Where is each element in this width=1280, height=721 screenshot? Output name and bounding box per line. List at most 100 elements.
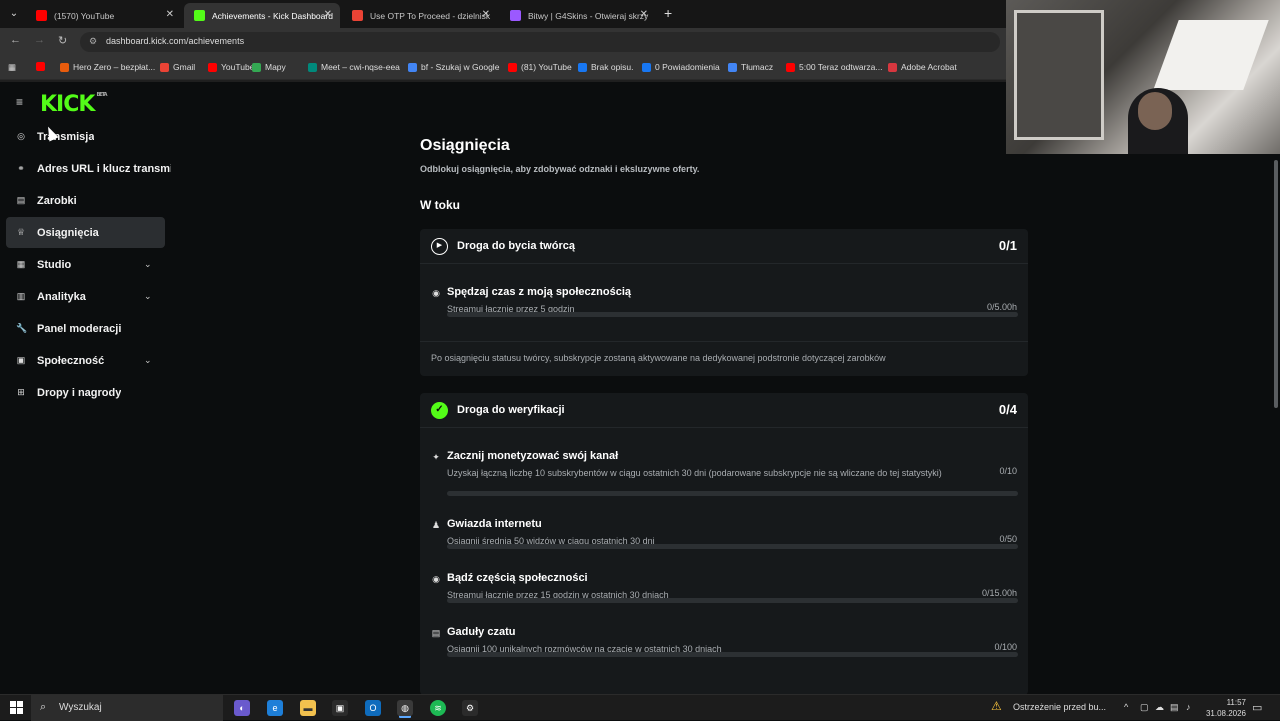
analytics-icon: ▥ [16,291,26,301]
sidebar-item-wrench[interactable]: 🔧 Panel moderacji [6,313,165,344]
sidebar: ≡ KICK BETA ◎ Transmisja ⚭ Adres URL i klucz… [0,82,172,694]
tab-title: Bitwy | G4Skins - Otwieraj skrzy [528,10,649,21]
tab-kick-achievements[interactable]: Achievements - Kick Dashboard ✕ [184,3,340,28]
task-progress-bar [447,544,1018,549]
webcam-shelf [1014,10,1104,140]
bookmark-favicon-icon [60,62,69,72]
sidebar-item-link[interactable]: ⚭ Adres URL i klucz transmisji [6,153,171,184]
bookmark-favicon-icon [578,62,587,72]
bookmark-label: (81) YouTube [521,62,572,72]
clock-time: 11:57 [1226,698,1246,707]
bookmark-item[interactable]: 5:00 Teraz odtwarza... [786,62,882,72]
close-tab-icon[interactable]: ✕ [640,9,648,20]
bookmark-item[interactable]: (81) YouTube [508,62,572,72]
sidebar-item-studio[interactable]: ▦ Studio ⌄ [6,249,165,280]
url-field[interactable]: ⚙ dashboard.kick.com/achievements [80,32,1000,52]
close-tab-icon[interactable]: ✕ [166,9,174,20]
tab-youtube[interactable]: (1570) YouTube ✕ [26,3,182,28]
chrome-icon[interactable]: ◍ [397,700,413,716]
task-progress-value: 0/15.00h [981,588,1017,598]
forward-icon[interactable]: → [34,34,45,46]
task-progress-bar [447,491,1018,496]
weather-warning-text[interactable]: Ostrzeżenie przed bu... [1013,702,1106,712]
bookmark-item[interactable]: Adobe Acrobat [888,62,957,72]
notifications-icon[interactable]: ▭ [1252,701,1262,714]
bookmark-item[interactable]: Meet – cwi-nqse-eea [308,62,400,72]
reload-icon[interactable]: ↻ [58,34,67,47]
bookmark-item[interactable]: YouTube [208,62,254,72]
taskbar-search[interactable]: ⌕ Wyszukaj [31,695,223,721]
tray-chevron-icon[interactable]: ^ [1124,702,1128,712]
url-text: dashboard.kick.com/achievements [106,36,245,46]
studio-icon: ▦ [16,259,26,269]
apps-grid-icon[interactable]: ▦ [8,62,16,73]
wrench-icon: 🔧 [16,323,28,333]
sidebar-item-analytics[interactable]: ▥ Analityka ⌄ [6,281,165,312]
chevron-down-icon[interactable]: ⌄ [144,355,152,366]
windows-start-icon[interactable] [10,701,23,714]
achievement-task: ▤ Gaduły czatu Osiągnij 100 unikalnych roz… [420,625,1028,675]
webcam-head [1138,92,1172,130]
edge-icon[interactable]: e [267,700,283,716]
new-tab-icon[interactable]: + [664,5,672,21]
bookmark-item[interactable]: Brak opisu. [578,62,634,72]
section-title-in-progress: W toku [420,198,460,212]
search-placeholder: Wyszukaj [59,702,102,713]
steam-icon[interactable]: ⚙ [462,700,478,716]
card-header[interactable]: ▶ Droga do bycia twórcą 0/1 [420,229,1028,264]
file-explorer-icon[interactable]: ▬ [300,700,316,716]
bookmark-item[interactable]: Mapy [252,62,286,72]
bookmark-item[interactable]: Gmail [160,62,195,72]
site-info-icon[interactable]: ⚙ [89,36,97,47]
sidebar-item-label: Osiągnięcia [37,226,99,239]
kick-logo[interactable]: KICK BETA [40,92,108,117]
sidebar-item-community[interactable]: ▣ Społeczność ⌄ [6,345,165,376]
bookmark-item[interactable]: Tłumacz [728,62,773,72]
task-title: Gwiazda internetu [447,518,542,530]
chevron-down-icon[interactable]: ⌄ [144,291,152,302]
onedrive-icon[interactable]: ☁ [1155,702,1164,713]
sidebar-item-trophy[interactable]: ♕ Osiągnięcia [6,217,165,248]
community-icon: ▣ [16,355,26,365]
close-tab-icon[interactable]: ✕ [324,9,332,20]
clock[interactable]: 11:57 31.08.2026 [1202,697,1246,719]
store-icon[interactable]: ▣ [332,700,348,716]
play-icon: ▶ [431,238,448,255]
achievement-card: ✓ Droga do weryfikacji 0/4 ✦ Zacznij mone… [420,393,1028,695]
sidebar-item-label: Panel moderacji [37,322,122,335]
bookmark-item[interactable]: bf - Szukaj w Google [408,62,499,72]
sidebar-item-gift[interactable]: ⊞ Dropy i nagrody [6,377,165,408]
bookmark-item[interactable] [36,62,49,71]
sidebar-item-broadcast[interactable]: ◎ Transmisja [6,121,165,152]
verified-icon: ✓ [431,402,448,419]
sidebar-item-label: Zarobki [37,194,77,207]
copilot-icon[interactable]: ◐ [234,700,250,716]
outlook-icon[interactable]: O [365,700,381,716]
warning-icon[interactable]: ⚠ [991,699,1002,713]
bookmark-favicon-icon [160,62,169,72]
volume-icon[interactable]: ♪ [1186,702,1191,712]
back-icon[interactable]: ← [10,34,21,46]
clock-date: 31.08.2026 [1205,709,1246,718]
card-header[interactable]: ✓ Droga do weryfikacji 0/4 [420,393,1028,428]
tab-gmail[interactable]: Use OTP To Proceed - dzielnisk ✕ [342,3,498,28]
bookmark-label: Brak opisu. [591,62,634,72]
close-tab-icon[interactable]: ✕ [482,9,490,20]
bookmark-favicon-icon [508,62,517,72]
bookmark-item[interactable]: Hero Zero – bezpłat... [60,62,155,72]
gmail-icon [352,10,363,21]
sidebar-item-earnings[interactable]: ▤ Zarobki [6,185,165,216]
tab-g4skins[interactable]: Bitwy | G4Skins - Otwieraj skrzy ✕ [500,3,656,28]
bookmark-item[interactable]: 0 Powiadomienia [642,62,720,72]
chevron-down-icon[interactable]: ⌄ [144,259,152,270]
bookmark-favicon-icon [408,62,417,72]
bookmark-label: Tłumacz [741,62,774,72]
hamburger-menu-icon[interactable]: ≡ [16,95,23,109]
tray-app-icon[interactable]: ▢ [1140,702,1149,713]
tab-search-chevron-icon[interactable]: ⌄ [6,6,22,22]
earnings-icon: ▤ [16,195,26,205]
youtube-icon [36,10,47,21]
spotify-icon[interactable]: ≋ [430,700,446,716]
page-scrollbar[interactable] [1274,160,1278,408]
network-icon[interactable]: ▤ [1170,702,1179,713]
